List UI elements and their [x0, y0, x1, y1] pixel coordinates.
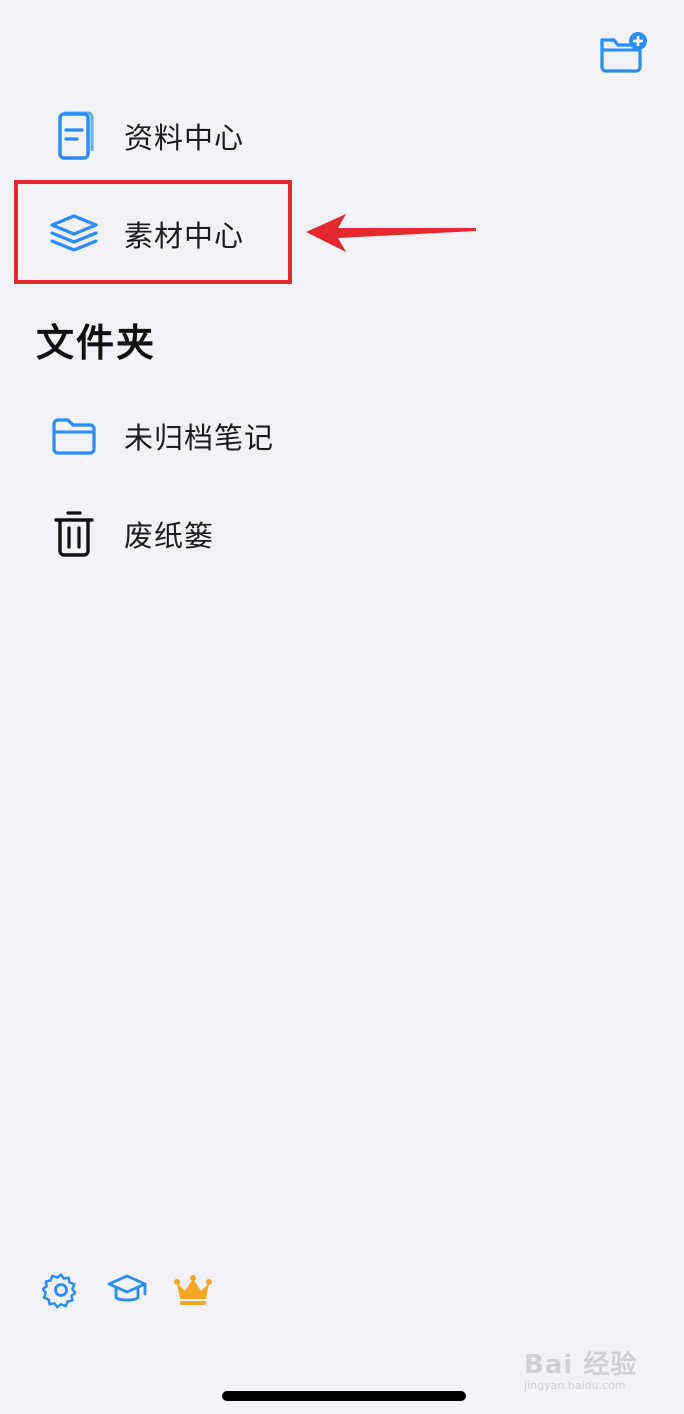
- watermark: Bai 经验 jingyan.baidu.com: [524, 1344, 674, 1400]
- nav-item-label: 资料中心: [124, 121, 245, 155]
- folders-section-title: 文件夹: [36, 321, 157, 365]
- top-bar: [0, 0, 684, 90]
- folder-icon: [36, 398, 112, 474]
- watermark-sub: jingyan.baidu.com: [524, 1379, 626, 1392]
- new-folder-button[interactable]: [596, 30, 650, 74]
- learning-button[interactable]: [106, 1269, 148, 1311]
- gear-icon: [42, 1273, 77, 1309]
- red-arrow-icon: [306, 214, 476, 252]
- folder-plus-icon: [600, 32, 647, 73]
- crown-icon: [174, 1275, 212, 1305]
- highlight-box: [14, 180, 292, 284]
- bottom-toolbar: [40, 1262, 214, 1318]
- watermark-main: Bai 经验: [524, 1350, 638, 1380]
- folder-item-trash[interactable]: 废纸篓: [36, 496, 596, 572]
- folder-item-label: 废纸篓: [124, 519, 215, 553]
- nav-item-materials-center[interactable]: 资料中心: [36, 98, 596, 174]
- folder-item-label: 未归档笔记: [124, 421, 275, 455]
- folder-item-unfiled-notes[interactable]: 未归档笔记: [36, 398, 596, 474]
- document-book-icon: [36, 98, 112, 174]
- home-indicator[interactable]: [222, 1391, 466, 1401]
- trash-icon: [36, 496, 112, 572]
- graduation-cap-icon: [107, 1274, 147, 1302]
- vip-button[interactable]: [172, 1269, 214, 1311]
- settings-button[interactable]: [40, 1269, 82, 1311]
